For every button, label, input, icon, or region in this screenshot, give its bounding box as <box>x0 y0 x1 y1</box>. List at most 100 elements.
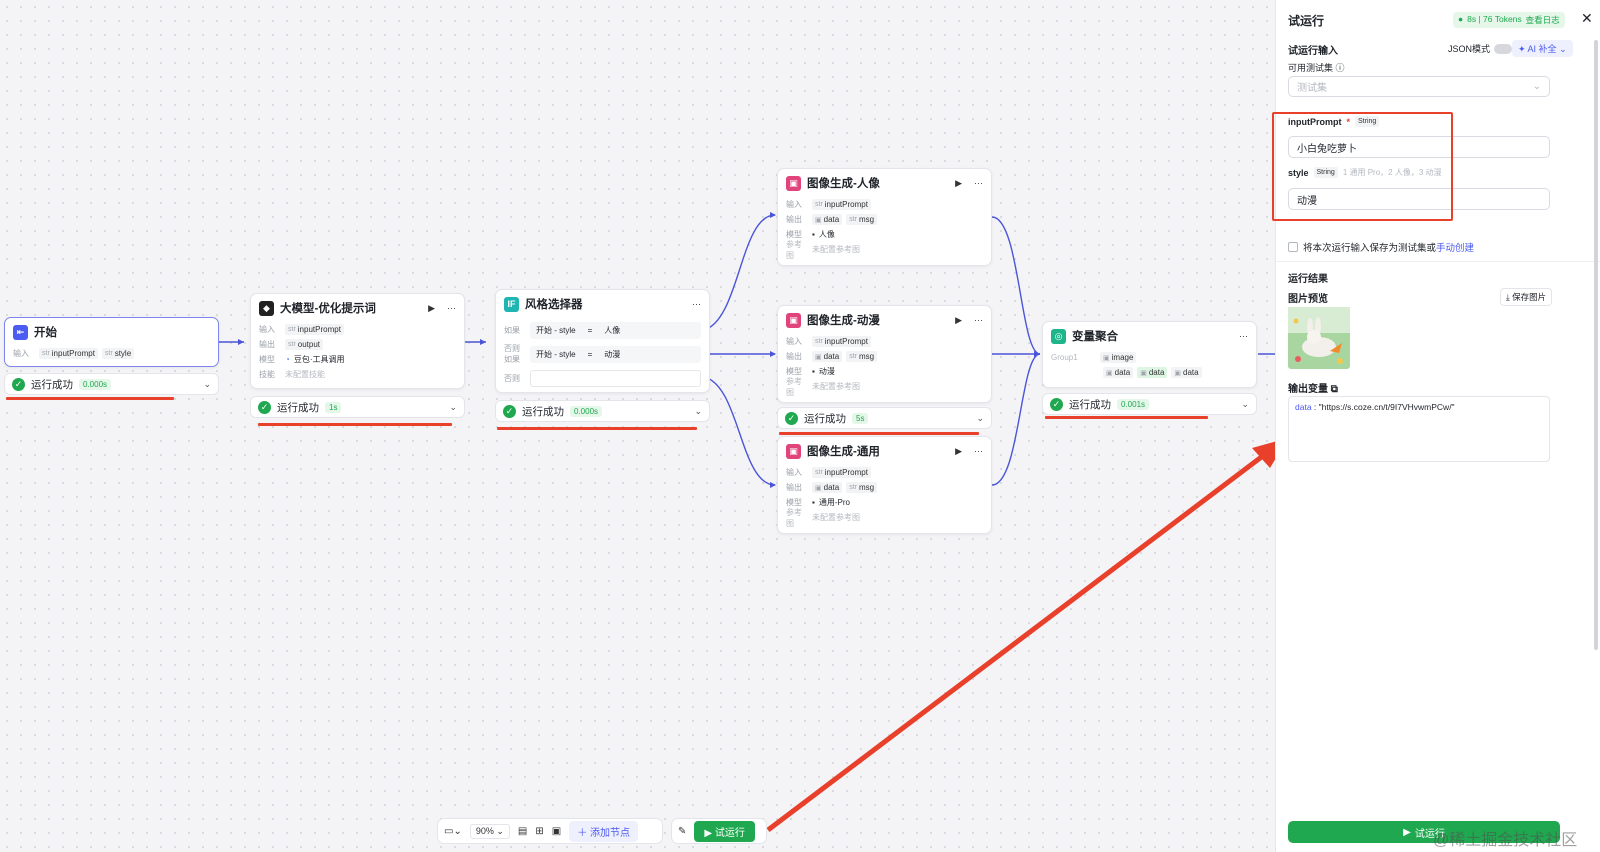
var-tag: ▣ data <box>812 214 843 225</box>
skill-label: 技能 <box>259 370 275 379</box>
var-tag: ▣ image <box>1100 352 1137 363</box>
ref-value: 未配置参考图 <box>812 245 860 254</box>
view-log-link: 查看日志 <box>1525 15 1560 25</box>
var-tag: str inputPrompt <box>812 467 871 478</box>
play-icon[interactable]: ▶ <box>955 315 962 326</box>
llm-icon: ◆ <box>259 300 274 316</box>
image-icon: ▣ <box>786 443 801 459</box>
copy-icon[interactable]: ⧉ <box>1331 384 1338 395</box>
status-time: 0.001s <box>1117 398 1150 410</box>
aggregator-node[interactable]: ◎ 变量聚合 ··· Group1 ▣ image ▣ data ▣ data ▣ data <box>1042 321 1257 388</box>
status-time: 5s <box>852 412 869 424</box>
play-icon[interactable]: ▶ <box>955 446 962 457</box>
llm-node[interactable]: ◆ 大模型-优化提示词 ▶ ··· 输入 str inputPrompt 输出 str out… <box>250 293 465 389</box>
aggregate-icon: ◎ <box>1051 328 1066 344</box>
more-icon[interactable]: ··· <box>974 315 983 325</box>
status-bar-aggregator[interactable]: ✓ 运行成功 0.001s ⌄ <box>1042 393 1257 415</box>
success-icon: ● <box>1458 14 1464 24</box>
chevron-down-icon[interactable]: ⌄ <box>1241 399 1249 410</box>
input-label: 输入 <box>13 349 29 358</box>
json-mode-toggle[interactable]: JSON模式 <box>1448 42 1513 55</box>
image-gen-node-anime[interactable]: ▣ 图像生成-动漫 ▶ ··· 输入 str inputPrompt 输出 ▣ data str… <box>777 305 992 403</box>
var-tag: str style <box>101 348 135 359</box>
chevron-down-icon[interactable]: ⌄ <box>203 379 211 390</box>
test-run-button[interactable]: ▶ 试运行 <box>694 820 755 842</box>
var-tag: ▣ data <box>1103 367 1134 378</box>
add-node-button[interactable]: ＋ 添加节点 <box>569 820 638 842</box>
ref-value: 未配置参考图 <box>812 382 860 391</box>
elif-label: 否则如果 <box>504 344 520 364</box>
checkbox <box>1288 242 1298 252</box>
more-icon[interactable]: ··· <box>1239 331 1248 341</box>
chevron-down-icon[interactable]: ⌄ <box>976 413 984 424</box>
more-icon[interactable]: ··· <box>974 446 983 456</box>
model-value: 豆包·工具调用 <box>293 355 345 364</box>
success-icon: ✓ <box>785 411 798 425</box>
save-testset-row[interactable]: 将本次运行输入保存为测试集或 手动创建 <box>1288 240 1474 254</box>
info-icon: ⓘ <box>1335 63 1345 73</box>
ai-fill-button[interactable]: ✦ AI 补全 ⌄ <box>1512 40 1573 57</box>
output-box: data : "https://s.coze.cn/t/9I7VHvwmPCw/… <box>1288 396 1550 462</box>
run-badge[interactable]: ● 8s | 76 Tokens 查看日志 <box>1453 12 1565 28</box>
var-tag: str inputPrompt <box>285 324 344 335</box>
status-bar-llm[interactable]: ✓ 运行成功 1s ⌄ <box>250 396 465 418</box>
chevron-down-icon[interactable]: ⌄ <box>449 402 457 413</box>
condition-row[interactable]: 开始 - style = 动漫 <box>530 345 701 363</box>
ref-label: 参考图 <box>786 507 802 528</box>
more-icon[interactable]: ··· <box>974 178 983 188</box>
output-label: 输出 <box>786 483 802 492</box>
preview-title: 图片预览 <box>1288 294 1328 305</box>
status-text: 运行成功 <box>804 412 846 425</box>
download-icon: ⤓ <box>1506 292 1510 302</box>
status-bar-start[interactable]: ✓ 运行成功 0.000s ⌄ <box>4 373 219 395</box>
input-section-title: 试运行输入 <box>1288 46 1338 57</box>
status-bar-selector[interactable]: ✓ 运行成功 0.000s ⌄ <box>495 400 710 422</box>
model-value: 通用-Pro <box>818 498 850 507</box>
node-title: 图像生成-人像 <box>807 178 880 190</box>
annotation-underline <box>779 432 979 435</box>
close-icon[interactable]: ✕ <box>1581 10 1593 27</box>
var-tag: ▣ data <box>1137 367 1168 378</box>
minimap-icon[interactable]: ▭⌄ <box>444 826 462 837</box>
layout-icon[interactable]: ⊞ <box>535 826 543 837</box>
success-icon: ✓ <box>12 377 25 391</box>
selector-node[interactable]: IF 风格选择器 ··· 如果 开始 - style = 人像 否则如果 开始 - st… <box>495 289 710 393</box>
more-icon[interactable]: ··· <box>692 299 701 309</box>
var-tag: str msg <box>846 351 878 362</box>
start-node[interactable]: ⇤ 开始 输入 str inputPrompt str style <box>4 317 219 367</box>
model-avatar-icon: ▪ <box>812 230 815 239</box>
scrollbar[interactable] <box>1594 40 1598 650</box>
input-label: 输入 <box>259 325 275 334</box>
status-text: 运行成功 <box>31 378 73 391</box>
node-title: 图像生成-通用 <box>807 446 880 458</box>
chevron-down-icon[interactable]: ⌄ <box>694 406 702 417</box>
node-title: 变量聚合 <box>1072 331 1118 343</box>
preview-image[interactable] <box>1288 307 1350 369</box>
annotation-underline <box>6 397 174 400</box>
testset-select[interactable]: 测试集 ⌄ <box>1288 76 1550 97</box>
more-icon[interactable]: ··· <box>447 303 456 313</box>
var-tag: str inputPrompt <box>812 199 871 210</box>
image-icon[interactable]: ▣ <box>552 826 561 837</box>
if-icon: IF <box>504 296 519 312</box>
condition-row[interactable]: 开始 - style = 人像 <box>530 321 701 339</box>
var-tag: str inputPrompt <box>812 336 871 347</box>
image-gen-node-portrait[interactable]: ▣ 图像生成-人像 ▶ ··· 输入 str inputPrompt 输出 ▣ data str… <box>777 168 992 266</box>
status-bar-anime[interactable]: ✓ 运行成功 5s ⌄ <box>777 407 992 429</box>
input-label: 输入 <box>786 337 802 346</box>
play-icon[interactable]: ▶ <box>428 303 435 314</box>
if-label: 如果 <box>504 325 520 335</box>
divider <box>1276 261 1600 262</box>
save-image-button[interactable]: ⤓ 保存图片 <box>1500 288 1553 306</box>
image-gen-node-general[interactable]: ▣ 图像生成-通用 ▶ ··· 输入 str inputPrompt 输出 ▣ data str… <box>777 436 992 534</box>
model-avatar-icon: ▪ <box>812 498 815 507</box>
image-icon: ▣ <box>786 312 801 328</box>
wrench-icon[interactable]: ✎ <box>678 826 686 837</box>
input-label: 输入 <box>786 468 802 477</box>
comment-icon[interactable]: ▤ <box>518 826 527 837</box>
canvas-toolbar: ▭⌄ 90% ⌄ ▤ ⊞ ▣ ＋ 添加节点 <box>437 818 663 844</box>
annotation-underline <box>497 427 697 430</box>
play-icon[interactable]: ▶ <box>955 178 962 189</box>
var-tag: str inputPrompt <box>39 348 98 359</box>
zoom-select[interactable]: 90% ⌄ <box>469 823 510 839</box>
